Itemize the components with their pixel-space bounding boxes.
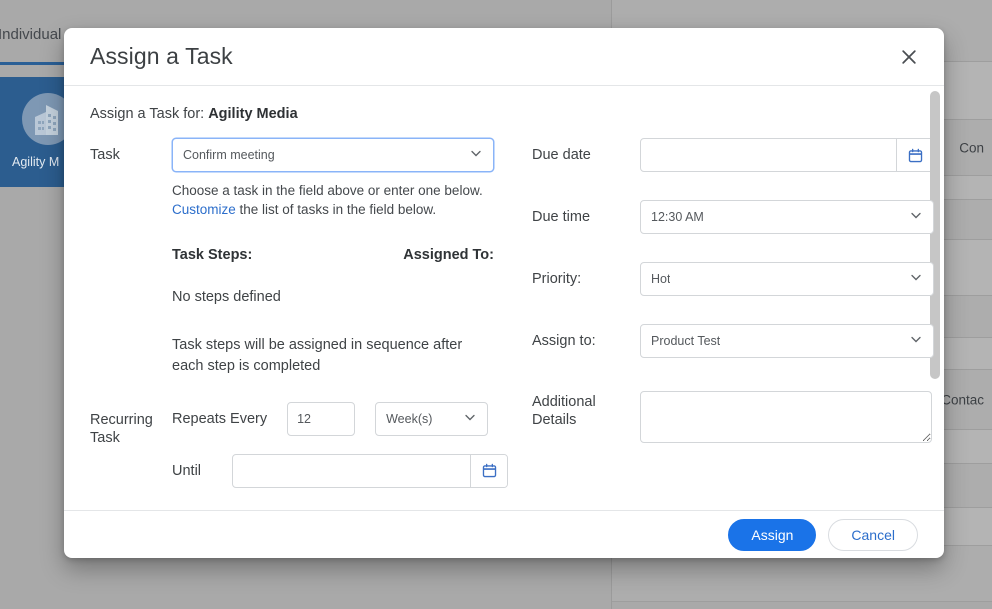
due-date-input[interactable] — [641, 139, 896, 171]
task-steps-header: Task Steps: Assigned To: — [172, 247, 494, 263]
dialog-subtitle-entity: Agility Media — [208, 106, 298, 122]
additional-details-row: Additional Details — [532, 391, 934, 443]
due-time-select[interactable]: 12:30 AM — [640, 200, 934, 234]
chevron-down-icon — [908, 270, 924, 289]
close-icon[interactable] — [894, 42, 924, 72]
assigned-to-label: Assigned To: — [403, 247, 494, 264]
calendar-icon[interactable] — [470, 454, 507, 487]
due-time-row: Due time 12:30 AM — [532, 200, 934, 234]
task-helper-row: Choose a task in the field above or ente… — [90, 172, 520, 219]
task-helper-line-2-rest: the list of tasks in the field below. — [235, 202, 437, 218]
until-date-input[interactable] — [233, 454, 470, 487]
due-date-field[interactable] — [640, 138, 934, 172]
assign-to-value: Product Test — [651, 334, 721, 348]
until-label: Until — [172, 462, 202, 479]
due-date-label: Due date — [532, 147, 591, 163]
dialog-left-column: Task Confirm meeting Choose a task in th… — [90, 138, 520, 488]
assign-to-row: Assign to: Product Test — [532, 324, 934, 358]
recurring-task-label: Recurring Task — [90, 411, 153, 447]
chevron-down-icon — [468, 146, 484, 165]
recurrence-interval-value: Week(s) — [386, 411, 433, 426]
task-helper-line-1: Choose a task in the field above or ente… — [172, 183, 483, 198]
due-date-row: Due date — [532, 138, 934, 172]
assign-button[interactable]: Assign — [728, 518, 817, 551]
assign-to-label: Assign to: — [532, 333, 596, 349]
dialog-header: Assign a Task — [64, 28, 944, 86]
background-entity-card-label: Agility M — [12, 155, 60, 169]
dialog-subtitle: Assign a Task for: Agility Media — [90, 106, 918, 122]
repeats-every-label: Repeats Every — [172, 410, 268, 427]
dialog-right-column: Due date Due time 12:30 AM Priority: Hot… — [520, 138, 934, 488]
chevron-down-icon — [908, 208, 924, 227]
chevron-down-icon — [462, 409, 478, 428]
due-time-value: 12:30 AM — [651, 210, 704, 224]
task-steps-row: Task Steps: Assigned To: No steps define… — [90, 219, 520, 376]
task-field-row: Task Confirm meeting — [90, 138, 520, 172]
list-item-label: Con — [959, 140, 984, 155]
task-select[interactable]: Confirm meeting — [172, 138, 494, 172]
task-helper-line-2: Customize the list of tasks in the field… — [172, 200, 483, 219]
assign-task-dialog: Assign a Task Assign a Task for: Agility… — [64, 28, 944, 558]
priority-value: Hot — [651, 272, 671, 286]
task-helper-text: Choose a task in the field above or ente… — [172, 181, 483, 219]
additional-details-label: Additional Details — [532, 394, 596, 429]
list-item-label: Contac — [941, 392, 984, 407]
priority-label: Priority: — [532, 271, 582, 287]
until-date-field[interactable] — [232, 453, 508, 488]
recurrence-interval-select[interactable]: Week(s) — [375, 401, 489, 436]
chevron-down-icon — [908, 332, 924, 351]
cancel-button[interactable]: Cancel — [828, 518, 918, 551]
task-steps-label: Task Steps: — [172, 247, 253, 264]
background-topbar-label: Individual — [0, 26, 62, 43]
task-select-value: Confirm meeting — [183, 148, 275, 162]
priority-select[interactable]: Hot — [640, 262, 934, 296]
page-title: Assign a Task — [90, 43, 233, 69]
assign-to-select[interactable]: Product Test — [640, 324, 934, 358]
dialog-footer: Assign Cancel — [64, 510, 944, 558]
priority-row: Priority: Hot — [532, 262, 934, 296]
calendar-icon[interactable] — [896, 139, 933, 171]
dialog-subtitle-prefix: Assign a Task for: — [90, 106, 209, 122]
additional-details-textarea[interactable] — [640, 391, 932, 443]
repeats-every-input[interactable] — [287, 401, 356, 436]
dialog-body: Assign a Task for: Agility Media Task Co… — [64, 86, 944, 510]
recurring-task-section: Recurring Task Repeats Every Week(s) — [90, 401, 520, 488]
task-steps-note: Task steps will be assigned in sequence … — [172, 337, 463, 374]
no-steps-defined-text: No steps defined — [172, 289, 281, 306]
customize-link[interactable]: Customize — [172, 202, 236, 217]
task-label: Task — [90, 147, 120, 163]
due-time-label: Due time — [532, 209, 591, 225]
